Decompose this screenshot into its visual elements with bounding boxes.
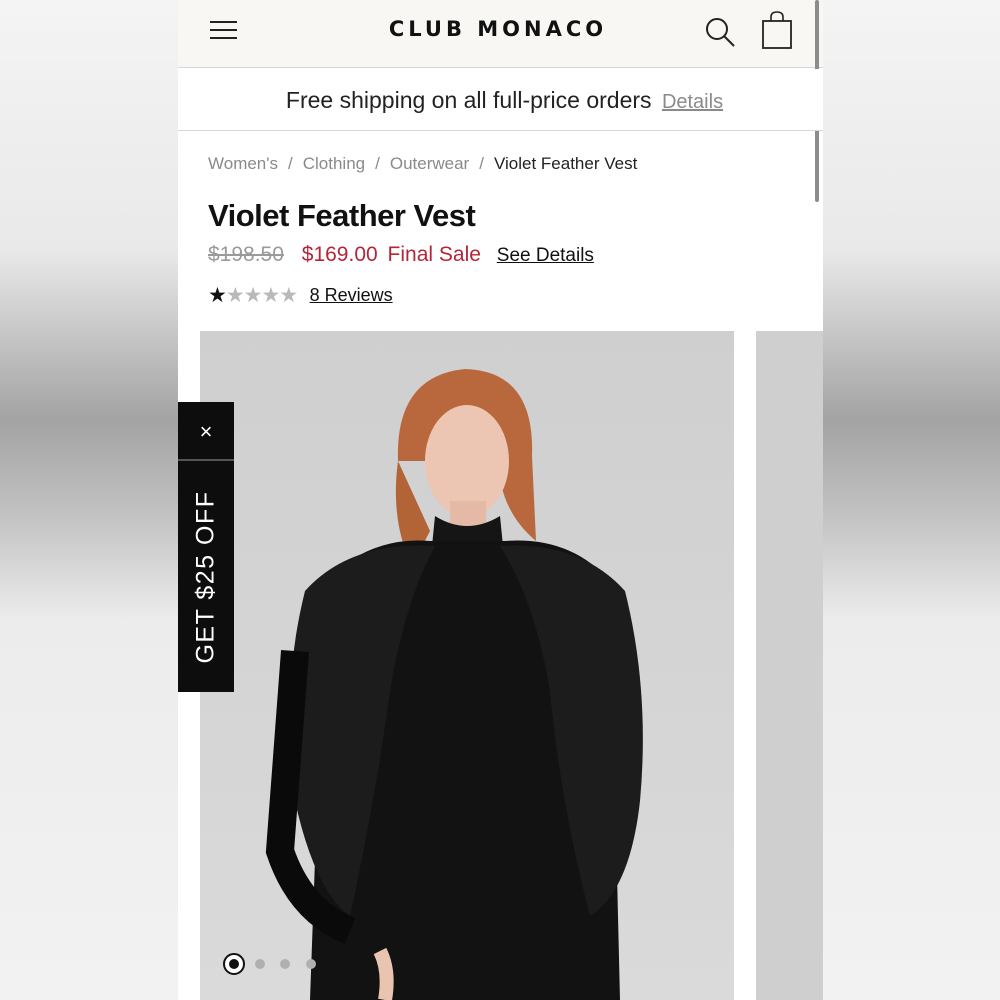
- gallery-dot-3[interactable]: [280, 959, 290, 969]
- gallery-dot-1[interactable]: [223, 953, 245, 975]
- breadcrumb-outerwear[interactable]: Outerwear: [390, 154, 469, 173]
- model-photo: [200, 331, 734, 1000]
- discount-tab-button[interactable]: GET $25 OFF: [178, 463, 234, 692]
- star-filled-icon: ★: [208, 284, 227, 307]
- close-icon[interactable]: ×: [178, 402, 234, 461]
- price-row: $198.50 $169.00 Final Sale See Details: [208, 243, 594, 267]
- star-empty-icon: ★: [243, 284, 263, 307]
- search-icon[interactable]: [704, 16, 736, 48]
- promo-details-link[interactable]: Details: [662, 91, 723, 113]
- sale-price: $169.00: [301, 243, 378, 266]
- site-header: CLUB MONACO: [178, 0, 823, 202]
- gallery-dot-2[interactable]: [255, 959, 265, 969]
- product-title: Violet Feather Vest: [208, 198, 476, 233]
- final-sale-label: Final Sale: [387, 243, 481, 266]
- breadcrumb-clothing[interactable]: Clothing: [303, 154, 365, 173]
- product-image-next-preview[interactable]: [756, 331, 823, 1000]
- see-details-link[interactable]: See Details: [497, 245, 594, 266]
- discount-tab-label: GET $25 OFF: [191, 490, 220, 664]
- star-empty-icon: ★: [225, 284, 245, 307]
- breadcrumb-separator: /: [288, 154, 293, 173]
- reviews-link[interactable]: 8 Reviews: [310, 285, 393, 305]
- breadcrumb-womens[interactable]: Women's: [208, 154, 278, 173]
- star-empty-icon: ★: [279, 284, 298, 307]
- promo-text: Free shipping on all full-price orders: [285, 87, 652, 113]
- breadcrumb-separator: /: [375, 154, 380, 173]
- product-image-main[interactable]: [200, 331, 734, 1000]
- breadcrumb-current: Violet Feather Vest: [493, 154, 638, 173]
- gallery-dot-4[interactable]: [306, 959, 316, 969]
- breadcrumb: Women's / Clothing / Outerwear / Violet Feathe…: [208, 154, 637, 174]
- mobile-page: CLUB MONACO Free shipping on all full-pr…: [178, 0, 823, 1000]
- shopping-bag-icon[interactable]: [761, 10, 793, 50]
- rating-row: ★★★★★ 8 Reviews: [208, 283, 393, 308]
- discount-tab: × GET $25 OFF: [178, 402, 234, 692]
- shipping-promo-banner: Free shipping on all full-price orders D…: [178, 69, 823, 131]
- star-rating[interactable]: ★★★★★: [208, 283, 298, 308]
- breadcrumb-separator: /: [479, 154, 484, 173]
- star-empty-icon: ★: [261, 284, 280, 307]
- original-price: $198.50: [208, 243, 284, 266]
